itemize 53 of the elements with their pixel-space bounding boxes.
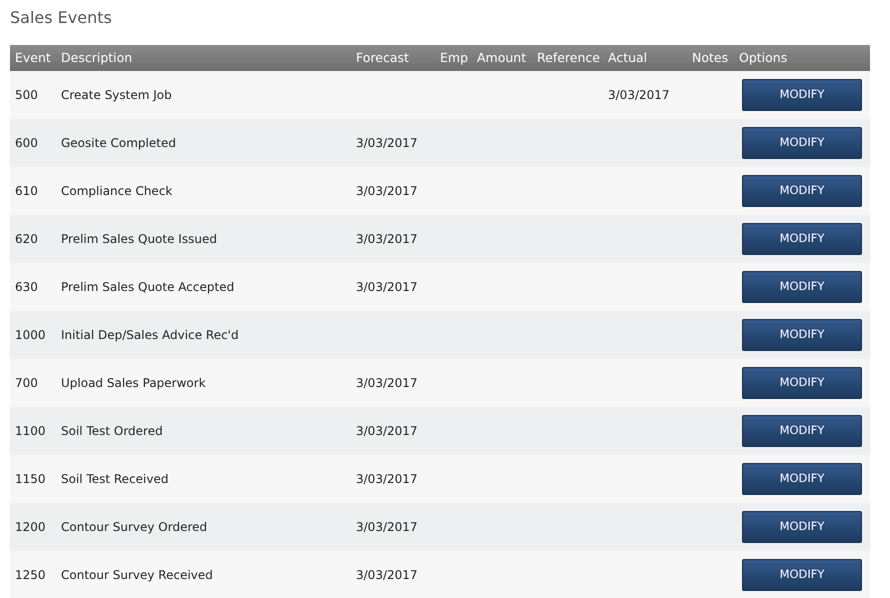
modify-button[interactable]: MODIFY bbox=[742, 79, 862, 111]
modify-button[interactable]: MODIFY bbox=[742, 271, 862, 303]
event-description: Soil Test Ordered bbox=[61, 424, 163, 438]
modify-button[interactable]: MODIFY bbox=[742, 223, 862, 255]
forecast-date: 3/03/2017 bbox=[356, 232, 418, 246]
forecast-date: 3/03/2017 bbox=[356, 280, 418, 294]
modify-button[interactable]: MODIFY bbox=[742, 463, 862, 495]
event-description: Compliance Check bbox=[61, 184, 172, 198]
column-header: Reference bbox=[537, 50, 600, 65]
modify-button[interactable]: MODIFY bbox=[742, 175, 862, 207]
event-code: 700 bbox=[15, 376, 38, 390]
event-code: 1250 bbox=[15, 568, 46, 582]
event-code: 630 bbox=[15, 280, 38, 294]
column-header: Emp bbox=[440, 50, 468, 65]
forecast-date: 3/03/2017 bbox=[356, 424, 418, 438]
event-description: Contour Survey Ordered bbox=[61, 520, 208, 534]
event-code: 1150 bbox=[15, 472, 46, 486]
forecast-date: 3/03/2017 bbox=[356, 136, 418, 150]
forecast-date: 3/03/2017 bbox=[356, 376, 418, 390]
forecast-date: 3/03/2017 bbox=[356, 520, 418, 534]
forecast-date: 3/03/2017 bbox=[356, 568, 418, 582]
event-description: Geosite Completed bbox=[61, 136, 176, 150]
modify-button[interactable]: MODIFY bbox=[742, 415, 862, 447]
modify-button[interactable]: MODIFY bbox=[742, 319, 862, 351]
column-header: Options bbox=[739, 50, 788, 65]
modify-button[interactable]: MODIFY bbox=[742, 367, 862, 399]
event-description: Create System Job bbox=[61, 88, 172, 102]
event-code: 600 bbox=[15, 136, 38, 150]
modify-button[interactable]: MODIFY bbox=[742, 559, 862, 591]
modify-button[interactable]: MODIFY bbox=[742, 511, 862, 543]
event-description: Prelim Sales Quote Accepted bbox=[61, 280, 234, 294]
event-code: 620 bbox=[15, 232, 38, 246]
event-description: Initial Dep/Sales Advice Rec'd bbox=[61, 328, 239, 342]
column-header: Event bbox=[15, 50, 51, 65]
actual-date: 3/03/2017 bbox=[608, 88, 670, 102]
modify-button[interactable]: MODIFY bbox=[742, 127, 862, 159]
event-description: Upload Sales Paperwork bbox=[61, 376, 206, 390]
column-header: Notes bbox=[692, 50, 728, 65]
event-description: Soil Test Received bbox=[61, 472, 168, 486]
event-code: 610 bbox=[15, 184, 38, 198]
event-code: 1000 bbox=[15, 328, 46, 342]
event-description: Contour Survey Received bbox=[61, 568, 213, 582]
page-title: Sales Events bbox=[10, 8, 112, 27]
column-header: Actual bbox=[608, 50, 648, 65]
event-code: 500 bbox=[15, 88, 38, 102]
event-code: 1200 bbox=[15, 520, 46, 534]
column-header: Amount bbox=[477, 50, 526, 65]
forecast-date: 3/03/2017 bbox=[356, 184, 418, 198]
column-header: Forecast bbox=[356, 50, 409, 65]
event-code: 1100 bbox=[15, 424, 46, 438]
forecast-date: 3/03/2017 bbox=[356, 472, 418, 486]
event-description: Prelim Sales Quote Issued bbox=[61, 232, 217, 246]
column-header: Description bbox=[61, 50, 132, 65]
